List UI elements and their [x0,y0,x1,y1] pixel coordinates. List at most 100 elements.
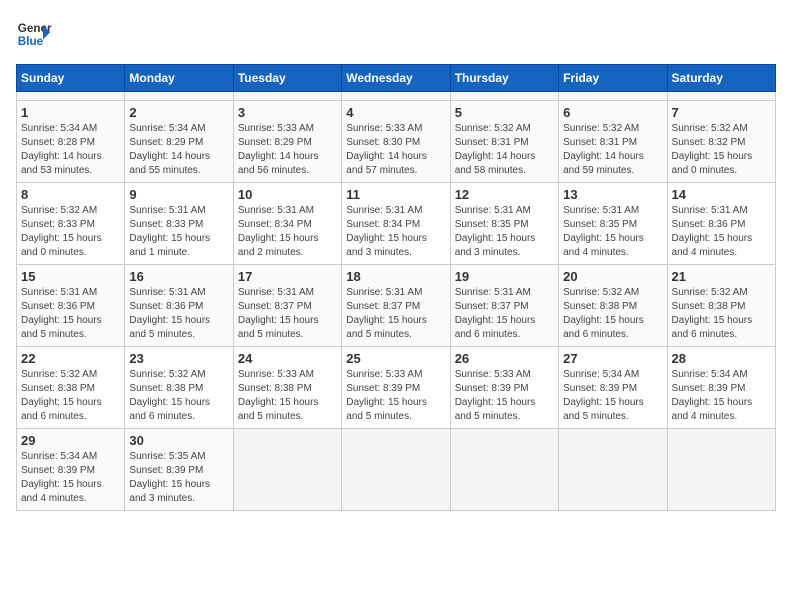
calendar-cell: 12 Sunrise: 5:31 AMSunset: 8:35 PMDayligh… [450,183,558,265]
day-detail: Sunrise: 5:32 AMSunset: 8:33 PMDaylight:… [21,204,120,260]
calendar-cell: 24 Sunrise: 5:33 AMSunset: 8:38 PMDayligh… [233,347,341,429]
calendar-cell: 26Sunrise: 5:33 AMSunset: 8:39 PMDayligh… [450,347,558,429]
calendar-cell: 5 Sunrise: 5:32 AMSunset: 8:31 PMDaylight… [450,101,558,183]
day-number: 10 [238,187,337,202]
week-row-5: 22Sunrise: 5:32 AMSunset: 8:38 PMDayligh… [17,347,776,429]
day-number: 11 [346,187,445,202]
day-detail: Sunrise: 5:32 AMSunset: 8:38 PMDaylight:… [563,286,662,342]
day-number: 25 [346,351,445,366]
column-header-wednesday: Wednesday [342,65,450,92]
day-detail: Sunrise: 5:34 AMSunset: 8:28 PMDaylight:… [21,122,120,178]
day-number: 21 [672,269,771,284]
calendar-cell: 10 Sunrise: 5:31 AMSunset: 8:34 PMDayligh… [233,183,341,265]
day-detail: Sunrise: 5:31 AMSunset: 8:36 PMDaylight:… [129,286,228,342]
calendar-cell: 19 Sunrise: 5:31 AMSunset: 8:37 PMDayligh… [450,265,558,347]
week-row-6: 29 Sunrise: 5:34 AMSunset: 8:39 PMDayligh… [17,429,776,511]
calendar-cell [559,92,667,101]
calendar-cell: 27Sunrise: 5:34 AMSunset: 8:39 PMDayligh… [559,347,667,429]
calendar-cell [342,429,450,511]
day-number: 13 [563,187,662,202]
calendar-cell [342,92,450,101]
calendar-cell: 4 Sunrise: 5:33 AMSunset: 8:30 PMDaylight… [342,101,450,183]
calendar-cell: 20 Sunrise: 5:32 AMSunset: 8:38 PMDayligh… [559,265,667,347]
calendar-cell: 9Sunrise: 5:31 AMSunset: 8:33 PMDaylight… [125,183,233,265]
day-number: 12 [455,187,554,202]
day-detail: Sunrise: 5:33 AMSunset: 8:38 PMDaylight:… [238,368,337,424]
calendar-cell [450,92,558,101]
day-number: 17 [238,269,337,284]
day-number: 22 [21,351,120,366]
day-detail: Sunrise: 5:31 AMSunset: 8:36 PMDaylight:… [21,286,120,342]
calendar-cell: 23Sunrise: 5:32 AMSunset: 8:38 PMDayligh… [125,347,233,429]
day-number: 26 [455,351,554,366]
logo-icon: General Blue [16,16,52,52]
week-row-4: 15 Sunrise: 5:31 AMSunset: 8:36 PMDayligh… [17,265,776,347]
day-detail: Sunrise: 5:31 AMSunset: 8:37 PMDaylight:… [346,286,445,342]
svg-text:Blue: Blue [18,35,44,48]
calendar-cell: 1Sunrise: 5:34 AMSunset: 8:28 PMDaylight… [17,101,125,183]
calendar-cell: 21Sunrise: 5:32 AMSunset: 8:38 PMDayligh… [667,265,775,347]
calendar-cell: 3 Sunrise: 5:33 AMSunset: 8:29 PMDaylight… [233,101,341,183]
column-header-thursday: Thursday [450,65,558,92]
calendar-cell [667,429,775,511]
day-number: 5 [455,105,554,120]
logo: General Blue [16,16,52,52]
day-detail: Sunrise: 5:31 AMSunset: 8:34 PMDaylight:… [238,204,337,260]
day-detail: Sunrise: 5:35 AMSunset: 8:39 PMDaylight:… [129,450,228,506]
week-row-3: 8Sunrise: 5:32 AMSunset: 8:33 PMDaylight… [17,183,776,265]
day-number: 30 [129,433,228,448]
calendar-cell: 30 Sunrise: 5:35 AMSunset: 8:39 PMDayligh… [125,429,233,511]
day-number: 20 [563,269,662,284]
calendar-cell [17,92,125,101]
calendar-cell [667,92,775,101]
day-number: 24 [238,351,337,366]
day-number: 3 [238,105,337,120]
day-number: 4 [346,105,445,120]
day-number: 16 [129,269,228,284]
column-header-friday: Friday [559,65,667,92]
column-header-tuesday: Tuesday [233,65,341,92]
day-number: 28 [672,351,771,366]
day-detail: Sunrise: 5:31 AMSunset: 8:35 PMDaylight:… [455,204,554,260]
day-detail: Sunrise: 5:31 AMSunset: 8:37 PMDaylight:… [238,286,337,342]
calendar-cell: 6Sunrise: 5:32 AMSunset: 8:31 PMDaylight… [559,101,667,183]
calendar-cell: 13Sunrise: 5:31 AMSunset: 8:35 PMDayligh… [559,183,667,265]
calendar-cell [233,92,341,101]
day-number: 9 [129,187,228,202]
calendar-cell: 14 Sunrise: 5:31 AMSunset: 8:36 PMDayligh… [667,183,775,265]
calendar-cell: 22Sunrise: 5:32 AMSunset: 8:38 PMDayligh… [17,347,125,429]
calendar-table: SundayMondayTuesdayWednesdayThursdayFrid… [16,64,776,511]
day-detail: Sunrise: 5:33 AMSunset: 8:30 PMDaylight:… [346,122,445,178]
week-row-2: 1Sunrise: 5:34 AMSunset: 8:28 PMDaylight… [17,101,776,183]
calendar-cell: 18Sunrise: 5:31 AMSunset: 8:37 PMDayligh… [342,265,450,347]
column-header-saturday: Saturday [667,65,775,92]
day-detail: Sunrise: 5:34 AMSunset: 8:29 PMDaylight:… [129,122,228,178]
week-row-1 [17,92,776,101]
calendar-cell: 17 Sunrise: 5:31 AMSunset: 8:37 PMDayligh… [233,265,341,347]
day-detail: Sunrise: 5:34 AMSunset: 8:39 PMDaylight:… [21,450,120,506]
day-detail: Sunrise: 5:31 AMSunset: 8:36 PMDaylight:… [672,204,771,260]
calendar-cell [125,92,233,101]
day-number: 15 [21,269,120,284]
calendar-cell: 8Sunrise: 5:32 AMSunset: 8:33 PMDaylight… [17,183,125,265]
day-detail: Sunrise: 5:33 AMSunset: 8:39 PMDaylight:… [346,368,445,424]
calendar-cell: 11 Sunrise: 5:31 AMSunset: 8:34 PMDayligh… [342,183,450,265]
day-detail: Sunrise: 5:33 AMSunset: 8:29 PMDaylight:… [238,122,337,178]
day-detail: Sunrise: 5:31 AMSunset: 8:34 PMDaylight:… [346,204,445,260]
day-number: 23 [129,351,228,366]
day-number: 19 [455,269,554,284]
day-number: 7 [672,105,771,120]
day-detail: Sunrise: 5:32 AMSunset: 8:31 PMDaylight:… [455,122,554,178]
calendar-cell [559,429,667,511]
day-detail: Sunrise: 5:32 AMSunset: 8:32 PMDaylight:… [672,122,771,178]
calendar-cell: 7 Sunrise: 5:32 AMSunset: 8:32 PMDaylight… [667,101,775,183]
column-header-sunday: Sunday [17,65,125,92]
column-header-monday: Monday [125,65,233,92]
day-number: 14 [672,187,771,202]
day-number: 29 [21,433,120,448]
calendar-cell [233,429,341,511]
calendar-cell: 16 Sunrise: 5:31 AMSunset: 8:36 PMDayligh… [125,265,233,347]
day-detail: Sunrise: 5:31 AMSunset: 8:37 PMDaylight:… [455,286,554,342]
calendar-cell: 15 Sunrise: 5:31 AMSunset: 8:36 PMDayligh… [17,265,125,347]
day-detail: Sunrise: 5:32 AMSunset: 8:31 PMDaylight:… [563,122,662,178]
